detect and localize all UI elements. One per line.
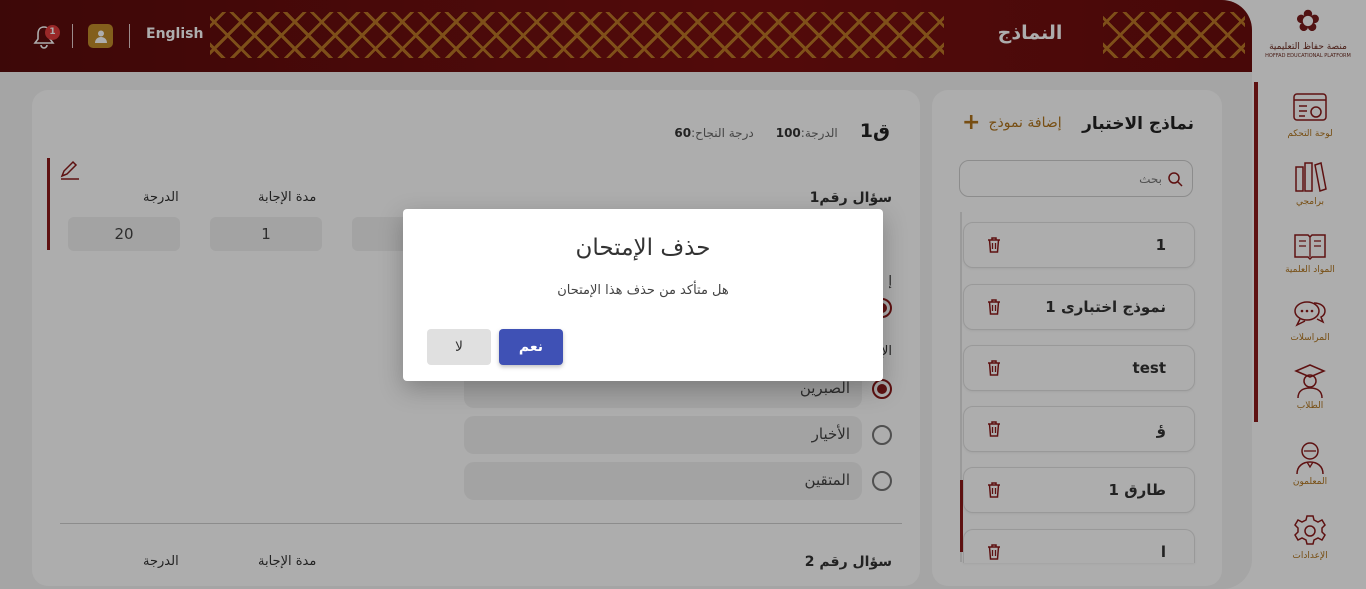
dialog-message: هل متأكد من حذف هذا الإمتحان — [557, 283, 729, 298]
confirm-no-button[interactable]: لا — [427, 329, 491, 365]
dialog-title: حذف الإمتحان — [575, 235, 711, 261]
delete-exam-dialog: حذف الإمتحان هل متأكد من حذف هذا الإمتحا… — [403, 209, 883, 381]
app-root: النماذج English 1 نماذج الاختبار + إضافة… — [0, 0, 1366, 589]
confirm-yes-button[interactable]: نعم — [499, 329, 563, 365]
modal-overlay[interactable]: حذف الإمتحان هل متأكد من حذف هذا الإمتحا… — [0, 0, 1366, 589]
